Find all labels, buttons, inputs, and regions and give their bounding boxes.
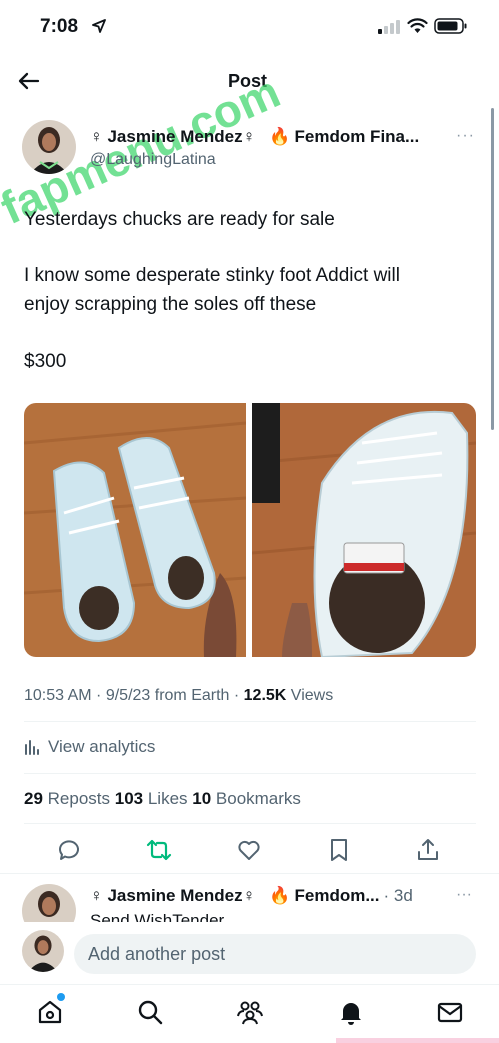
wifi-icon [407,18,428,33]
views-count: 12.5K [243,687,287,704]
home-indicator [336,1038,499,1043]
divider [24,823,476,824]
home-icon[interactable] [36,998,64,1026]
author-name-row[interactable]: ♀ Jasmine Mendez♀ 🔥 Femdom Fina... [90,127,419,147]
notification-dot [57,993,65,1001]
likes-count[interactable]: 103 [115,789,143,808]
author-name-extra: Femdom... [294,886,380,905]
divider [24,721,476,722]
author-name-extra: Femdom Fina... [294,127,420,146]
bookmark-icon[interactable] [326,837,352,863]
scrollbar[interactable] [491,108,494,430]
post-text-line: I know some desperate stinky foot Addict… [24,265,400,286]
author-name[interactable]: ♀ Jasmine Mendez♀ [90,127,255,147]
fire-emoji: 🔥 [269,127,291,146]
location-arrow-icon [92,19,106,33]
divider [24,773,476,774]
bookmarks-count[interactable]: 10 [192,789,211,808]
divider [0,873,499,874]
post-text-line: enjoy scrapping the soles off these [24,294,317,315]
status-time: 7:08 [40,16,79,37]
post-time: · 3d [383,886,413,905]
search-icon[interactable] [136,998,164,1026]
more-options-icon[interactable]: ··· [456,127,475,145]
page-title: Post [228,71,268,91]
avatar [22,930,64,972]
heart-icon[interactable] [236,837,262,863]
share-icon[interactable] [415,837,441,863]
messages-icon[interactable] [436,998,464,1026]
second-author-name-row[interactable]: ♀ Jasmine Mendez♀ 🔥 Femdom... · 3d [90,886,413,906]
comment-icon[interactable] [56,837,82,863]
post-image-left[interactable] [24,403,246,657]
notifications-icon[interactable] [337,998,365,1026]
avatar[interactable] [22,120,76,174]
more-options-icon[interactable]: ··· [456,886,472,904]
reposts-count[interactable]: 29 [24,789,43,808]
author-handle[interactable]: @LaughingLatina [90,151,216,169]
battery-icon [434,18,467,34]
post-price: $300 [24,351,67,372]
post-text-line: Yesterdays chucks are ready for sale [24,209,335,230]
communities-icon[interactable] [236,998,264,1026]
reply-input[interactable]: Add another post [74,934,476,974]
author-name[interactable]: ♀ Jasmine Mendez♀ [90,886,255,906]
bar-chart-icon [25,740,39,755]
fire-emoji: 🔥 [269,886,291,905]
repost-icon[interactable] [146,837,172,863]
view-analytics-link[interactable]: View analytics [24,737,155,757]
post-image-right[interactable] [252,403,476,657]
cellular-signal-icon [378,20,400,34]
post-timestamp: 10:53 AM · 9/5/23 from Earth · 12.5K Vie… [24,687,334,704]
engagement-stats: 29 Reposts 103 Likes 10 Bookmarks [24,789,301,808]
arrow-left-icon[interactable] [16,68,42,94]
